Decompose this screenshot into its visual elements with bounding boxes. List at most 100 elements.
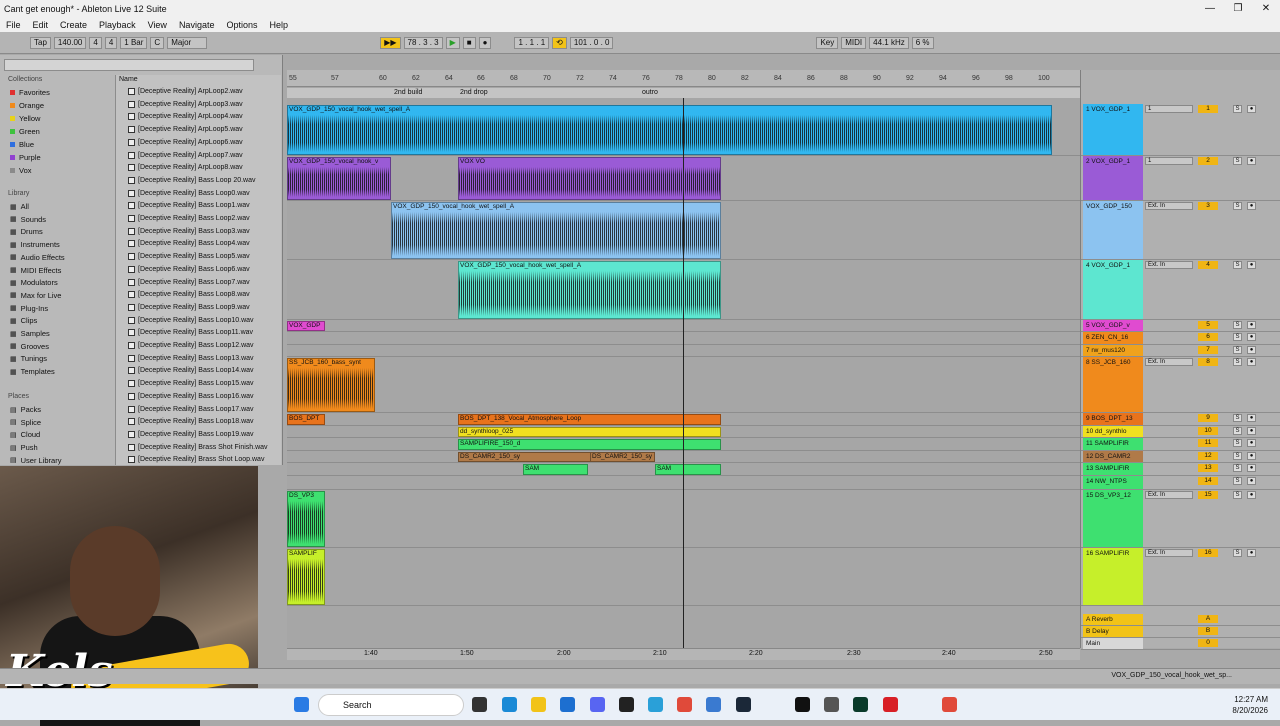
- places-item[interactable]: ▤ User Library: [10, 456, 61, 465]
- file-list-item[interactable]: [Deceptive Reality] Bass Loop5.wav: [128, 253, 250, 261]
- file-list-item[interactable]: [Deceptive Reality] Bass Loop16.wav: [128, 392, 254, 400]
- audio-clip[interactable]: SS_JCB_160_bass_synt: [287, 358, 375, 412]
- file-list-item[interactable]: [Deceptive Reality] Bass Loop4.wav: [128, 240, 250, 248]
- steam-icon[interactable]: [736, 697, 751, 712]
- collection-green[interactable]: Green: [10, 127, 40, 136]
- input-select[interactable]: Ext. In: [1145, 549, 1193, 557]
- solo-button[interactable]: S: [1233, 477, 1242, 485]
- audio-clip[interactable]: VOX_GDP_150_vocal_hook_wet_spell_A: [458, 261, 721, 319]
- arm-button[interactable]: ●: [1247, 491, 1256, 499]
- menu-help[interactable]: Help: [264, 20, 295, 30]
- track-name[interactable]: 4 VOX_GDP_1: [1083, 260, 1143, 319]
- obs-icon[interactable]: [619, 697, 634, 712]
- file-list-item[interactable]: [Deceptive Reality] Brass Shot Loop.wav: [128, 456, 264, 464]
- name-column-header[interactable]: Name: [119, 76, 138, 83]
- input-select[interactable]: Ext. In: [1145, 358, 1193, 366]
- file-list-item[interactable]: [Deceptive Reality] Brass Shot Finish.wa…: [128, 443, 268, 451]
- tap-button[interactable]: Tap: [30, 36, 51, 49]
- file-list-item[interactable]: [Deceptive Reality] Bass Loop3.wav: [128, 227, 250, 235]
- file-list-item[interactable]: [Deceptive Reality] Bass Loop15.wav: [128, 380, 254, 388]
- menu-options[interactable]: Options: [220, 20, 263, 30]
- telegram-icon[interactable]: [648, 697, 663, 712]
- netflix-icon[interactable]: [883, 697, 898, 712]
- settings-icon[interactable]: [824, 697, 839, 712]
- collection-favorites[interactable]: Favorites: [10, 88, 50, 97]
- locator-lane[interactable]: 2nd build 2nd drop outro: [287, 88, 1080, 98]
- midi-map-button[interactable]: MIDI: [841, 36, 867, 49]
- arm-button[interactable]: ●: [1247, 157, 1256, 165]
- file-list-item[interactable]: [Deceptive Reality] Bass Loop0.wav: [128, 189, 250, 197]
- track-name[interactable]: 6 ZEN_CN_16: [1083, 332, 1143, 344]
- input-select[interactable]: 1: [1145, 157, 1193, 165]
- mixer-track-row[interactable]: 9 BOS_DPT_13 9 S ●: [1081, 413, 1280, 426]
- mixer-track-row[interactable]: 5 VOX_GDP_v 5 S ●: [1081, 320, 1280, 332]
- mixer-track-row[interactable]: 13 SAMPLIFIR 13 S ●: [1081, 463, 1280, 476]
- mixer-track-row[interactable]: 1 VOX_GDP_1 1 1 S ●: [1081, 104, 1280, 156]
- track-activator[interactable]: 15: [1198, 491, 1218, 499]
- discord-icon[interactable]: [590, 697, 605, 712]
- audio-clip[interactable]: DS_VP3: [287, 491, 325, 547]
- track-name[interactable]: 7 rw_mus120: [1083, 345, 1143, 356]
- arm-button[interactable]: ●: [1247, 452, 1256, 460]
- arm-button[interactable]: ●: [1247, 549, 1256, 557]
- file-list-item[interactable]: [Deceptive Reality] Bass Loop10.wav: [128, 316, 254, 324]
- track-name[interactable]: 13 SAMPLIFIR: [1083, 463, 1143, 475]
- arm-button[interactable]: ●: [1247, 333, 1256, 341]
- file-list-item[interactable]: [Deceptive Reality] ArpLoop2.wav: [128, 88, 243, 95]
- mixer-track-row[interactable]: VOX_GDP_150 Ext. In 3 S ●: [1081, 201, 1280, 260]
- library-item[interactable]: ▦ Plug-Ins: [10, 304, 48, 313]
- menu-create[interactable]: Create: [54, 20, 93, 30]
- arm-button[interactable]: ●: [1247, 439, 1256, 447]
- file-list-item[interactable]: [Deceptive Reality] Bass Loop8.wav: [128, 291, 250, 299]
- locator-2nd-drop[interactable]: 2nd drop: [460, 89, 488, 96]
- library-item[interactable]: ▦ Drums: [10, 227, 43, 236]
- track-name[interactable]: 16 SAMPLIFIR: [1083, 548, 1143, 605]
- mixer-track-row[interactable]: 8 SS_JCB_160 Ext. In 8 S ●: [1081, 357, 1280, 413]
- locator-2nd-build[interactable]: 2nd build: [394, 89, 422, 96]
- audio-clip[interactable]: SAM: [523, 464, 588, 475]
- audio-clip[interactable]: SAMPLIFIRE_150_d: [458, 439, 721, 450]
- arm-button[interactable]: ●: [1247, 346, 1256, 354]
- mixer-track-row[interactable]: 11 SAMPLIFIR 11 S ●: [1081, 438, 1280, 451]
- track-activator[interactable]: 3: [1198, 202, 1218, 210]
- arm-button[interactable]: ●: [1247, 414, 1256, 422]
- library-item[interactable]: ▦ Max for Live: [10, 291, 61, 300]
- audio-clip[interactable]: VOX VO: [458, 157, 721, 200]
- solo-button[interactable]: S: [1233, 414, 1242, 422]
- track-activator[interactable]: 14: [1198, 477, 1218, 485]
- track-activator[interactable]: 16: [1198, 549, 1218, 557]
- input-select[interactable]: 1: [1145, 105, 1193, 113]
- file-list-item[interactable]: [Deceptive Reality] ArpLoop6.wav: [128, 138, 243, 146]
- collection-yellow[interactable]: Yellow: [10, 114, 40, 123]
- chrome-icon-2[interactable]: [942, 697, 957, 712]
- return-track-row[interactable]: B Delay B: [1081, 626, 1280, 638]
- input-select[interactable]: Ext. In: [1145, 261, 1193, 269]
- library-item[interactable]: ▦ MIDI Effects: [10, 266, 61, 275]
- collection-blue[interactable]: Blue: [10, 140, 34, 149]
- record-button[interactable]: ●: [478, 36, 492, 49]
- file-list-item[interactable]: [Deceptive Reality] Bass Loop6.wav: [128, 265, 250, 273]
- track-activator[interactable]: 4: [1198, 261, 1218, 269]
- track-name[interactable]: 1 VOX_GDP_1: [1083, 104, 1143, 155]
- return-track-name[interactable]: B Delay: [1083, 626, 1143, 637]
- menu-file[interactable]: File: [0, 20, 27, 30]
- solo-button[interactable]: S: [1233, 358, 1242, 366]
- arm-button[interactable]: ●: [1247, 321, 1256, 329]
- maximize-icon[interactable]: ❐: [1224, 3, 1252, 14]
- terminal-icon[interactable]: [853, 697, 868, 712]
- track-name[interactable]: 12 DS_CAMR2: [1083, 451, 1143, 462]
- file-list-item[interactable]: [Deceptive Reality] Bass Loop12.wav: [128, 342, 254, 349]
- track-activator[interactable]: 9: [1198, 414, 1218, 422]
- track-activator[interactable]: 7: [1198, 346, 1218, 354]
- signature-den[interactable]: 4: [104, 36, 118, 49]
- key-select[interactable]: C: [150, 36, 165, 49]
- file-list-item[interactable]: [Deceptive Reality] ArpLoop7.wav: [128, 151, 243, 159]
- mixer-track-row[interactable]: 7 rw_mus120 7 S ●: [1081, 345, 1280, 357]
- track-activator[interactable]: 12: [1198, 452, 1218, 460]
- mixer-track-row[interactable]: 6 ZEN_CN_16 6 S ●: [1081, 332, 1280, 345]
- solo-button[interactable]: S: [1233, 491, 1242, 499]
- audio-clip[interactable]: dd_synthloop_025: [458, 427, 721, 437]
- return-activator[interactable]: 0: [1198, 639, 1218, 647]
- key-map-button[interactable]: Key: [816, 36, 839, 49]
- start-icon[interactable]: [294, 697, 309, 712]
